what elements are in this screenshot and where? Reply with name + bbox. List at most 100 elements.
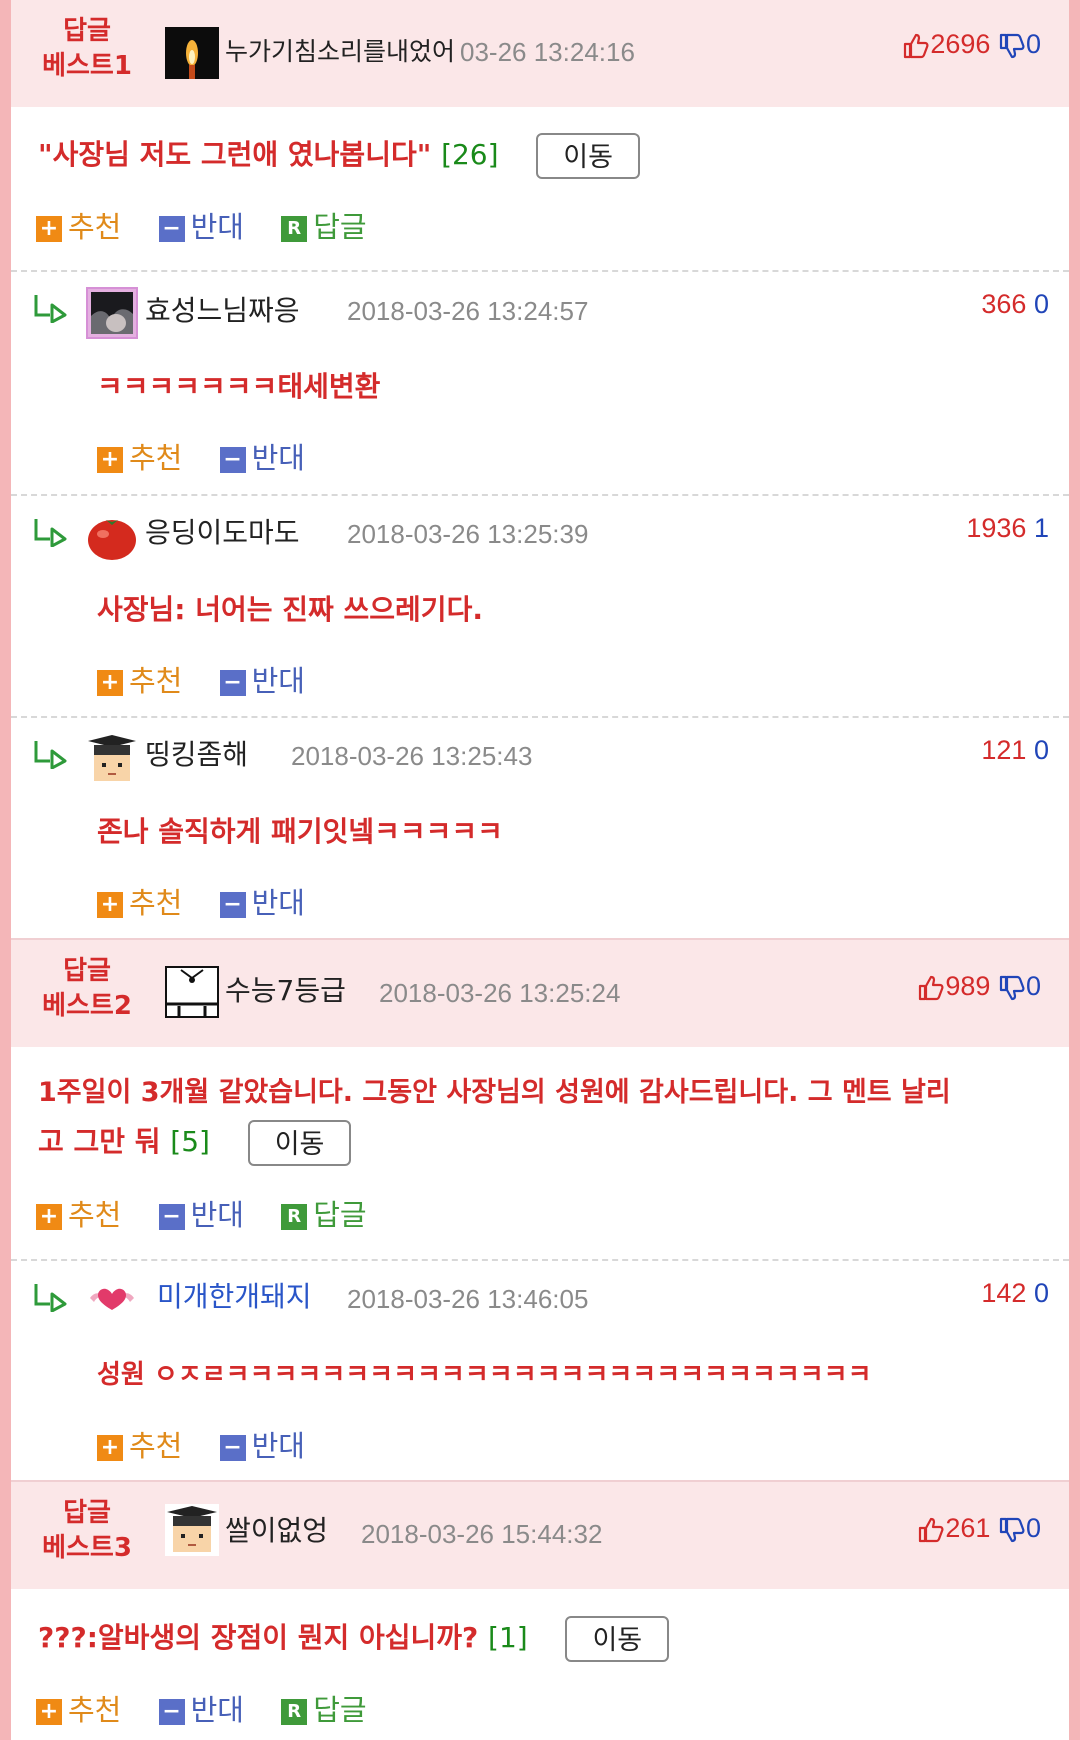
best-comment-text: ???:알바생의 장점이 뭔지 아십니까? [1] 이동 bbox=[38, 1614, 1039, 1662]
best-badge-line1: 답글 bbox=[63, 956, 111, 986]
oppose-label: 반대 bbox=[190, 1693, 244, 1727]
recommend-button[interactable]: + 추천 bbox=[97, 438, 182, 478]
move-button[interactable]: 이동 bbox=[565, 1616, 670, 1662]
reply-downvotes: 0 bbox=[1033, 1278, 1049, 1308]
best-badge-line2: 베스트1 bbox=[42, 51, 132, 81]
reply-date: 2018-03-26 13:25:43 bbox=[291, 741, 533, 771]
reply-label: 답글 bbox=[313, 1693, 367, 1727]
oppose-label: 반대 bbox=[251, 664, 305, 698]
recommend-button[interactable]: + 추천 bbox=[36, 207, 121, 247]
recommend-button[interactable]: + 추천 bbox=[97, 1426, 182, 1466]
move-button[interactable]: 이동 bbox=[247, 1120, 352, 1166]
recommend-label: 추천 bbox=[129, 441, 183, 475]
avatar[interactable] bbox=[165, 966, 219, 1018]
reply-count: [1] bbox=[488, 1621, 528, 1654]
author-nickname[interactable]: 누가기침소리를내었어 bbox=[225, 36, 455, 68]
reply-date: 2018-03-26 13:46:05 bbox=[347, 1284, 589, 1314]
comment-body: "사장님 저도 그런애 였나봅니다" bbox=[38, 138, 432, 171]
recommend-label: 추천 bbox=[68, 1198, 122, 1232]
reply-downvotes: 0 bbox=[1033, 289, 1049, 319]
avatar[interactable] bbox=[165, 27, 219, 79]
reply-label: 답글 bbox=[313, 1198, 367, 1232]
reply-votes: 121 0 bbox=[981, 732, 1049, 768]
avatar[interactable] bbox=[86, 510, 138, 562]
avatar[interactable] bbox=[165, 1504, 219, 1556]
oppose-button[interactable]: − 반대 bbox=[219, 661, 305, 701]
thumbs-up-icon bbox=[919, 1517, 944, 1542]
reply-downvotes: 0 bbox=[1033, 735, 1049, 765]
minus-icon: − bbox=[219, 1435, 246, 1461]
reply-nickname[interactable]: 효성느님짜응 bbox=[145, 293, 300, 329]
reply-text: 성원 ㅇㅈㄹㅋㅋㅋㅋㅋㅋㅋㅋㅋㅋㅋㅋㅋㅋㅋㅋㅋㅋㅋㅋㅋㅋㅋㅋㅋㅋㅋ bbox=[97, 1360, 872, 1390]
recommend-label: 추천 bbox=[129, 886, 183, 920]
oppose-button[interactable]: − 반대 bbox=[219, 883, 305, 923]
minus-icon: − bbox=[219, 447, 246, 473]
upvote-count: 261 bbox=[945, 1513, 991, 1543]
reply-label: 답글 bbox=[313, 210, 367, 244]
thumbs-down-icon bbox=[999, 1517, 1025, 1542]
oppose-label: 반대 bbox=[251, 1429, 305, 1463]
minus-icon: − bbox=[158, 1699, 185, 1725]
best-comment-text: 1주일이 3개월 같았습니다. 그동안 사장님의 성원에 감사드립니다. 그 멘… bbox=[38, 1069, 1049, 1117]
recommend-button[interactable]: + 추천 bbox=[97, 661, 182, 701]
recommend-button[interactable]: + 추천 bbox=[36, 1195, 121, 1235]
comment-body-line1: 1주일이 3개월 같았습니다. 그동안 사장님의 성원에 감사드립니다. 그 멘… bbox=[38, 1077, 951, 1108]
author-nickname[interactable]: 수능7등급 bbox=[225, 975, 346, 1007]
divider bbox=[11, 716, 1069, 718]
best-comment-text-cont: 고 그만 둬 [5] 이동 bbox=[38, 1118, 1039, 1166]
reply-button[interactable]: R 답글 bbox=[281, 207, 367, 247]
oppose-button[interactable]: − 반대 bbox=[219, 1426, 305, 1466]
author-nickname[interactable]: 쌀이없엉 bbox=[225, 1515, 328, 1547]
best-badge-line1: 답글 bbox=[63, 1498, 111, 1528]
best-comment-header: 답글 베스트3 쌀이없엉 2018-03-26 15:44:32 261 0 bbox=[11, 1482, 1069, 1589]
best-badge: 답글 베스트2 bbox=[11, 954, 163, 1024]
comment-actions: + 추천 − 반대 R 답글 bbox=[36, 1193, 395, 1235]
oppose-button[interactable]: − 반대 bbox=[158, 1690, 244, 1730]
plus-icon: + bbox=[97, 670, 123, 696]
best-badge-line1: 답글 bbox=[63, 16, 111, 46]
reply-count: [26] bbox=[441, 138, 499, 171]
plus-icon: + bbox=[97, 892, 123, 918]
oppose-button[interactable]: − 반대 bbox=[158, 1195, 244, 1235]
reply-date: 2018-03-26 13:24:57 bbox=[347, 296, 589, 326]
comment-actions: + 추천 − 반대 R 답글 bbox=[36, 1688, 395, 1730]
oppose-label: 반대 bbox=[251, 886, 305, 920]
oppose-label: 반대 bbox=[190, 210, 244, 244]
reply-actions: + 추천 − 반대 bbox=[97, 881, 333, 923]
reply-date: 2018-03-26 13:25:39 bbox=[347, 519, 589, 549]
oppose-label: 반대 bbox=[190, 1198, 244, 1232]
plus-icon: + bbox=[36, 216, 62, 242]
reply-upvotes: 121 bbox=[981, 735, 1027, 765]
reply-votes: 1936 1 bbox=[966, 510, 1049, 546]
move-button[interactable]: 이동 bbox=[536, 133, 640, 179]
reply-text: ㅋㅋㅋㅋㅋㅋㅋ태세변환 bbox=[97, 370, 381, 403]
reply-button[interactable]: R 답글 bbox=[281, 1690, 367, 1730]
reply-actions: + 추천 − 반대 bbox=[97, 1424, 333, 1466]
minus-icon: − bbox=[158, 1204, 185, 1230]
post-date: 2018-03-26 15:44:32 bbox=[361, 1519, 603, 1549]
reply-upvotes: 142 bbox=[981, 1278, 1027, 1308]
oppose-button[interactable]: − 반대 bbox=[219, 438, 305, 478]
reply-arrow-icon bbox=[34, 1284, 67, 1312]
post-date: 2018-03-26 13:25:24 bbox=[379, 978, 621, 1008]
downvote-count: 0 bbox=[1025, 29, 1041, 59]
avatar[interactable] bbox=[86, 287, 138, 339]
reply-button[interactable]: R 답글 bbox=[281, 1195, 367, 1235]
recommend-button[interactable]: + 추천 bbox=[36, 1690, 121, 1730]
reply-nickname[interactable]: 응딩이도마도 bbox=[145, 515, 300, 551]
avatar[interactable] bbox=[86, 733, 138, 785]
recommend-label: 추천 bbox=[129, 664, 183, 698]
reply-icon: R bbox=[281, 1204, 308, 1230]
oppose-button[interactable]: − 반대 bbox=[158, 207, 244, 247]
reply-nickname[interactable]: 미개한개돼지 bbox=[157, 1279, 312, 1315]
reply-actions: + 추천 − 반대 bbox=[97, 436, 333, 478]
best-badge-line2: 베스트2 bbox=[42, 991, 132, 1021]
recommend-button[interactable]: + 추천 bbox=[97, 883, 182, 923]
best-badge: 답글 베스트3 bbox=[11, 1496, 163, 1566]
vote-counts: 261 0 bbox=[917, 1512, 1041, 1544]
comment-body-line2: 고 그만 둬 bbox=[38, 1125, 161, 1158]
plus-icon: + bbox=[36, 1204, 62, 1230]
reply-nickname[interactable]: 띵킹좀해 bbox=[145, 737, 248, 773]
reply-downvotes: 1 bbox=[1033, 513, 1049, 543]
reply-icon: R bbox=[281, 1699, 308, 1725]
